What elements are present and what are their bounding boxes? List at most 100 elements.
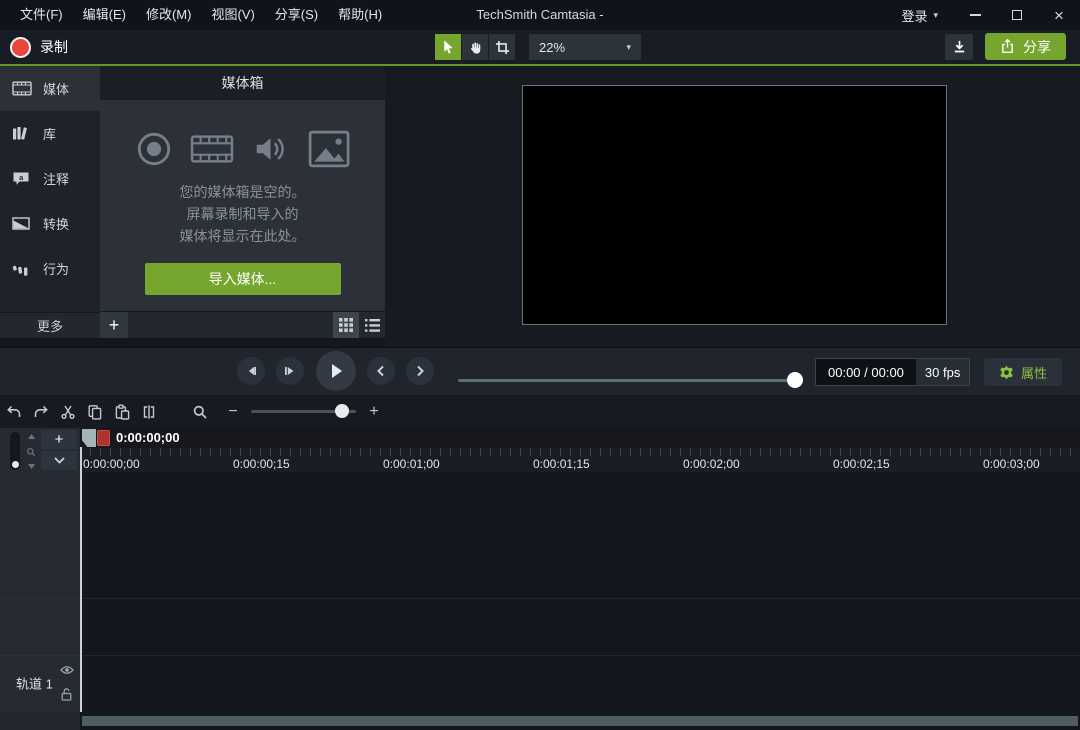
timeline-zoom-thumb[interactable] bbox=[335, 404, 349, 418]
menu-modify[interactable]: 修改(M) bbox=[136, 0, 202, 30]
divider bbox=[80, 655, 1080, 656]
playhead-row[interactable]: 0:00:00;00 bbox=[80, 428, 1080, 448]
chevron-down-icon bbox=[54, 457, 65, 464]
record-button[interactable]: 录制 bbox=[10, 34, 68, 60]
time-display-group: 00:00 / 00:00 30 fps bbox=[815, 358, 970, 386]
arrow-up-icon bbox=[28, 434, 35, 439]
main-area: 媒体库 a注释转换行为 更多 媒体箱 您的媒体箱是空的。 屏幕录制和导入的 媒体将… bbox=[0, 66, 1080, 347]
track-1-header[interactable]: 轨道 1 bbox=[0, 655, 80, 710]
split-button[interactable] bbox=[135, 400, 162, 424]
crop-tool-button[interactable] bbox=[489, 34, 515, 60]
paste-button[interactable] bbox=[108, 400, 135, 424]
seek-track bbox=[458, 379, 803, 382]
record-label: 录制 bbox=[40, 37, 68, 57]
timeline-zoom-in-button[interactable]: + bbox=[364, 400, 384, 424]
close-icon: × bbox=[1054, 7, 1064, 24]
media-bin-bottom-bar: + bbox=[100, 311, 385, 338]
sidebar-item-media[interactable]: 媒体 bbox=[0, 66, 100, 111]
next-clip-button[interactable] bbox=[406, 357, 434, 385]
grid-view-button[interactable] bbox=[333, 312, 359, 338]
timeline-bottom-left-corner bbox=[0, 712, 80, 730]
playhead-time: 0:00:00;00 bbox=[116, 430, 180, 445]
menu-share[interactable]: 分享(S) bbox=[265, 0, 328, 30]
share-icon bbox=[1000, 39, 1015, 54]
preview-stage[interactable] bbox=[522, 85, 947, 325]
share-button[interactable]: 分享 bbox=[985, 33, 1066, 60]
sidebar-item-behaviors[interactable]: 行为 bbox=[0, 246, 100, 291]
login-label: 登录 bbox=[901, 6, 927, 25]
split-icon bbox=[141, 404, 157, 420]
playhead-handle[interactable] bbox=[82, 429, 96, 447]
crop-icon bbox=[495, 40, 510, 55]
redo-button[interactable] bbox=[27, 400, 54, 424]
list-view-icon bbox=[365, 319, 380, 332]
seek-slider[interactable] bbox=[458, 379, 803, 382]
timeline-scrollbar[interactable] bbox=[80, 712, 1080, 730]
timeline-tracks[interactable] bbox=[80, 472, 1080, 712]
timeline-ruler[interactable]: 0:00:00;000:00:00;150:00:01;000:00:01;15… bbox=[80, 448, 1080, 472]
add-track-button[interactable]: + bbox=[41, 430, 77, 449]
track-height-zoom-control[interactable] bbox=[25, 434, 37, 469]
divider bbox=[0, 598, 80, 599]
titlebar-right: 登录 ▾ × bbox=[901, 0, 1080, 30]
lock-icon[interactable] bbox=[61, 688, 72, 701]
track-1-label: 轨道 1 bbox=[16, 673, 53, 692]
minimize-button[interactable] bbox=[954, 0, 996, 30]
undo-button[interactable] bbox=[0, 400, 27, 424]
login-menu[interactable]: 登录 ▾ bbox=[901, 6, 938, 25]
import-media-button[interactable]: 导入媒体... bbox=[145, 263, 341, 295]
track-options-button[interactable] bbox=[41, 451, 77, 470]
sidebar-item-label: 注释 bbox=[43, 169, 69, 188]
time-display: 00:00 / 00:00 bbox=[816, 359, 916, 385]
minimize-icon bbox=[970, 14, 981, 16]
timeline-left-column: + 轨道 1 bbox=[0, 428, 80, 712]
sidebar-item-library[interactable]: 库 bbox=[0, 111, 100, 156]
menu-edit[interactable]: 编辑(E) bbox=[73, 0, 136, 30]
media-bin-empty-text: 您的媒体箱是空的。 屏幕录制和导入的 媒体将显示在此处。 bbox=[100, 181, 385, 247]
panel-bottom-strip bbox=[0, 338, 385, 347]
step-back-button[interactable] bbox=[237, 357, 265, 385]
previous-clip-button[interactable] bbox=[367, 357, 395, 385]
properties-button[interactable]: 属性 bbox=[984, 358, 1062, 386]
pan-tool-button[interactable] bbox=[462, 34, 488, 60]
play-button[interactable] bbox=[316, 351, 356, 391]
list-view-button[interactable] bbox=[359, 312, 385, 338]
slider-thumb[interactable] bbox=[12, 461, 19, 468]
sidebar-item-annotations[interactable]: a注释 bbox=[0, 156, 100, 201]
seek-thumb[interactable] bbox=[787, 372, 803, 388]
divider bbox=[80, 598, 1080, 599]
maximize-button[interactable] bbox=[996, 0, 1038, 30]
canvas-area[interactable] bbox=[385, 66, 1080, 347]
timeline-zoom-slider[interactable] bbox=[251, 410, 356, 413]
cut-button[interactable] bbox=[54, 400, 81, 424]
timeline-scrollbar-thumb[interactable] bbox=[82, 716, 1078, 726]
copy-button[interactable] bbox=[81, 400, 108, 424]
ruler-label: 0:00:01;15 bbox=[533, 457, 590, 471]
media-bin-title: 媒体箱 bbox=[100, 66, 385, 100]
properties-label: 属性 bbox=[1021, 363, 1047, 382]
playhead-line[interactable] bbox=[80, 447, 82, 713]
chevron-left-icon bbox=[376, 365, 386, 377]
titlebar: 文件(F)编辑(E)修改(M)视图(V)分享(S)帮助(H) TechSmith… bbox=[0, 0, 1080, 30]
sidebar-item-transitions[interactable]: 转换 bbox=[0, 201, 100, 246]
menu-view[interactable]: 视图(V) bbox=[201, 0, 264, 30]
eye-icon[interactable] bbox=[60, 665, 74, 675]
cursor-tool-button[interactable] bbox=[435, 34, 461, 60]
menu-help[interactable]: 帮助(H) bbox=[328, 0, 392, 30]
sidebar-more-button[interactable]: 更多 bbox=[0, 312, 100, 338]
track-height-slider[interactable] bbox=[10, 432, 20, 470]
export-local-button[interactable] bbox=[945, 34, 973, 60]
sidebar-item-label: 库 bbox=[43, 124, 56, 143]
sidebar-items: 媒体库 a注释转换行为 bbox=[0, 66, 100, 291]
timeline: + 轨道 1 0:00:00;00 0:00:00;000:00:00;150:… bbox=[0, 428, 1080, 730]
playhead-out-handle[interactable] bbox=[97, 430, 110, 446]
ruler-label: 0:00:03;00 bbox=[983, 457, 1040, 471]
canvas-zoom-dropdown[interactable]: 22% ▾ bbox=[529, 34, 641, 60]
step-forward-button[interactable] bbox=[276, 357, 304, 385]
menu-file[interactable]: 文件(F) bbox=[10, 0, 73, 30]
close-button[interactable]: × bbox=[1038, 0, 1080, 30]
sidebar-item-label: 转换 bbox=[43, 214, 69, 233]
timeline-toolbar: − + bbox=[0, 395, 1080, 428]
timeline-zoom-out-button[interactable]: − bbox=[223, 400, 243, 424]
add-media-button[interactable]: + bbox=[100, 312, 128, 338]
